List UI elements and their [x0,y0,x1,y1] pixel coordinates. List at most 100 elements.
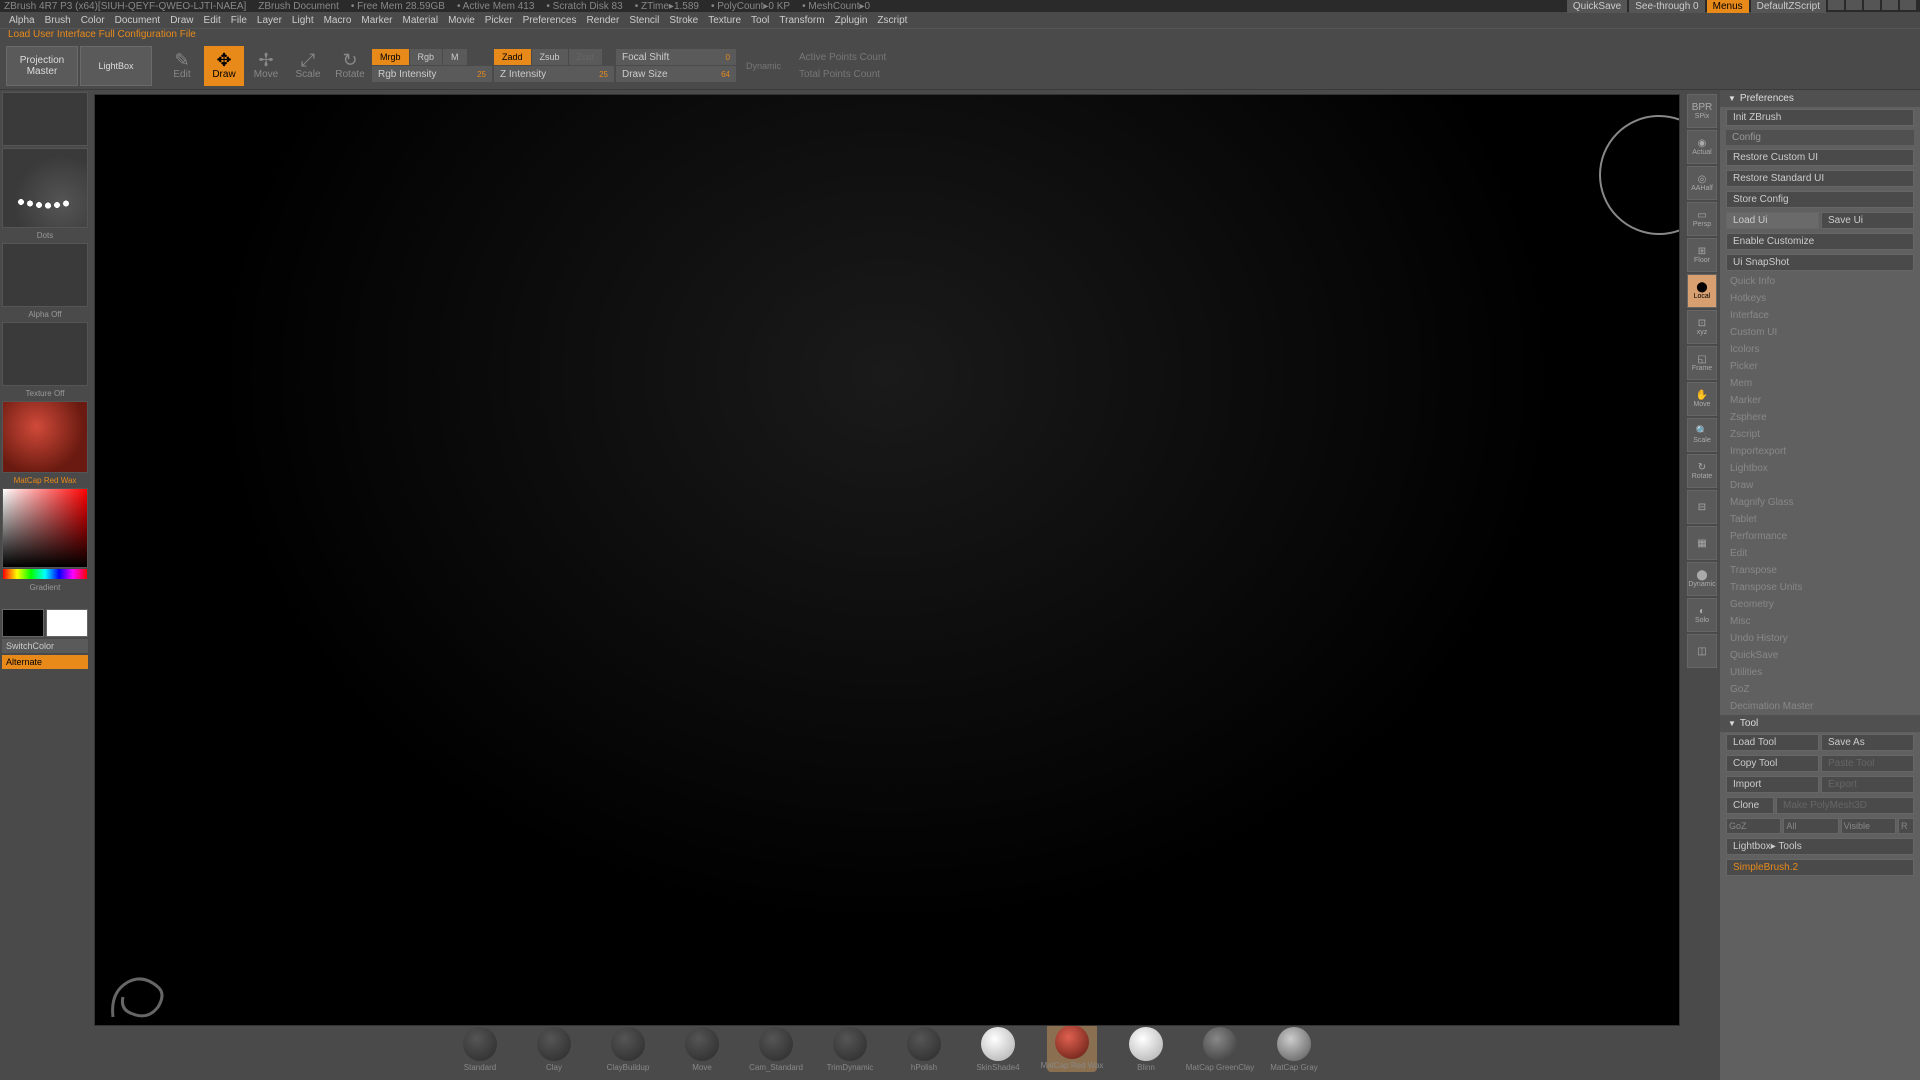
nav-xyz-button[interactable]: ⊡xyz [1687,310,1717,344]
pref-section-utilities[interactable]: Utilities [1720,664,1920,681]
pref-section-transpose-units[interactable]: Transpose Units [1720,579,1920,596]
save-as-button[interactable]: Save As [1821,734,1914,751]
clone-button[interactable]: Clone [1726,797,1774,814]
pref-section-decimation-master[interactable]: Decimation Master [1720,698,1920,715]
move-tool[interactable]: ✢Move [246,46,286,86]
pref-section-quicksave[interactable]: QuickSave [1720,647,1920,664]
material-slot-blinn[interactable]: Blinn [1121,1027,1171,1072]
menu-color[interactable]: Color [76,15,110,26]
zadd-button[interactable]: Zadd [494,49,531,65]
rgb-button[interactable]: Rgb [410,49,443,65]
menu-file[interactable]: File [226,15,252,26]
menu-zplugin[interactable]: Zplugin [830,15,873,26]
store-config-button[interactable]: Store Config [1726,191,1914,208]
restore-custom-ui-button[interactable]: Restore Custom UI [1726,149,1914,166]
pref-section-transpose[interactable]: Transpose [1720,562,1920,579]
import-button[interactable]: Import [1726,776,1819,793]
pref-section-goz[interactable]: GoZ [1720,681,1920,698]
alpha-slot[interactable] [2,243,88,307]
nav-aahalf-button[interactable]: ◎AAHalf [1687,166,1717,200]
menu-stroke[interactable]: Stroke [664,15,703,26]
brush-slot-standard[interactable]: Standard [455,1027,505,1072]
restore-standard-ui-button[interactable]: Restore Standard UI [1726,170,1914,187]
brush-preview[interactable] [2,148,88,228]
goz-r-button[interactable]: R [1898,818,1914,834]
menu-light[interactable]: Light [287,15,319,26]
nav-◫-button[interactable]: ◫ [1687,634,1717,668]
load-ui-button[interactable]: Load Ui [1726,212,1819,229]
menu-texture[interactable]: Texture [703,15,746,26]
alternate-button[interactable]: Alternate [2,655,88,669]
copy-tool-button[interactable]: Copy Tool [1726,755,1819,772]
menu-draw[interactable]: Draw [165,15,198,26]
lightbox-button[interactable]: LightBox [80,46,152,86]
pref-section-icolors[interactable]: Icolors [1720,341,1920,358]
nav-scale-button[interactable]: 🔍Scale [1687,418,1717,452]
menu-picker[interactable]: Picker [480,15,518,26]
config-section[interactable]: Config [1726,130,1914,145]
pref-section-custom-ui[interactable]: Custom UI [1720,324,1920,341]
material-slot-matcap-greenclay[interactable]: MatCap GreenClay [1195,1027,1245,1072]
tool-header[interactable]: ▼Tool [1720,715,1920,732]
pref-section-mem[interactable]: Mem [1720,375,1920,392]
lightbox-tools-button[interactable]: Lightbox▸ Tools [1726,838,1914,855]
brush-slot-move[interactable]: Move [677,1027,727,1072]
primary-color-swatch[interactable] [46,609,88,637]
preferences-header[interactable]: ▼Preferences [1720,90,1920,107]
pref-section-tablet[interactable]: Tablet [1720,511,1920,528]
help-button[interactable] [1864,0,1880,10]
material-slot-matcap-red-wax[interactable]: MatCap Red Wax [1047,1023,1097,1072]
focal-shift-slider[interactable]: Focal Shift0 [616,49,736,65]
z-intensity-slider[interactable]: Z Intensity25 [494,66,614,82]
menu-document[interactable]: Document [110,15,166,26]
material-slot-matcap-gray[interactable]: MatCap Gray [1269,1027,1319,1072]
zcut-button[interactable]: Zcut [569,49,603,65]
pref-section-undo-history[interactable]: Undo History [1720,630,1920,647]
nav-frame-button[interactable]: ◱Frame [1687,346,1717,380]
material-preview[interactable] [2,401,88,473]
menu-edit[interactable]: Edit [199,15,226,26]
brush-slot-clay[interactable]: Clay [529,1027,579,1072]
goz-button[interactable]: GoZ [1726,818,1781,834]
defaultzscript-button[interactable]: DefaultZScript [1751,0,1826,13]
menus-toggle[interactable]: Menus [1707,0,1749,13]
goz-visible-button[interactable]: Visible [1841,818,1896,834]
brush-slot-hpolish[interactable]: hPolish [899,1027,949,1072]
nav-persp-button[interactable]: ▭Persp [1687,202,1717,236]
texture-slot[interactable] [2,322,88,386]
goz-all-button[interactable]: All [1783,818,1838,834]
nav-⊟-button[interactable]: ⊟ [1687,490,1717,524]
menu-alpha[interactable]: Alpha [4,15,40,26]
nav-spix-button[interactable]: BPRSPix [1687,94,1717,128]
scale-tool[interactable]: ⤢Scale [288,46,328,86]
rgb-intensity-slider[interactable]: Rgb Intensity25 [372,66,492,82]
init-zbrush-button[interactable]: Init ZBrush [1726,109,1914,126]
pref-section-marker[interactable]: Marker [1720,392,1920,409]
menu-material[interactable]: Material [398,15,444,26]
seethrough-slider[interactable]: See-through 0 [1629,0,1704,13]
menu-transform[interactable]: Transform [774,15,829,26]
save-ui-button[interactable]: Save Ui [1821,212,1914,229]
nav-floor-button[interactable]: ⊞Floor [1687,238,1717,272]
menu-macro[interactable]: Macro [319,15,357,26]
max-button[interactable] [1846,0,1862,10]
pref-section-zscript[interactable]: Zscript [1720,426,1920,443]
draw-size-slider[interactable]: Draw Size64 [616,66,736,82]
nav-▦-button[interactable]: ▦ [1687,526,1717,560]
projection-master-button[interactable]: Projection Master [6,46,78,86]
menu-marker[interactable]: Marker [356,15,397,26]
zsub-button[interactable]: Zsub [532,49,568,65]
nav-dynamic-button[interactable]: ⬤Dynamic [1687,562,1717,596]
pref-section-performance[interactable]: Performance [1720,528,1920,545]
close-button[interactable] [1900,0,1916,10]
menu-render[interactable]: Render [582,15,625,26]
m-button[interactable]: M [443,49,467,65]
edit-tool[interactable]: ✎Edit [162,46,202,86]
color-picker[interactable] [2,488,88,568]
quicksave-button[interactable]: QuickSave [1567,0,1627,13]
load-tool-button[interactable]: Load Tool [1726,734,1819,751]
brush-slot-cam_standard[interactable]: Cam_Standard [751,1027,801,1072]
hide-button[interactable] [1882,0,1898,10]
min-button[interactable] [1828,0,1844,10]
pref-section-hotkeys[interactable]: Hotkeys [1720,290,1920,307]
